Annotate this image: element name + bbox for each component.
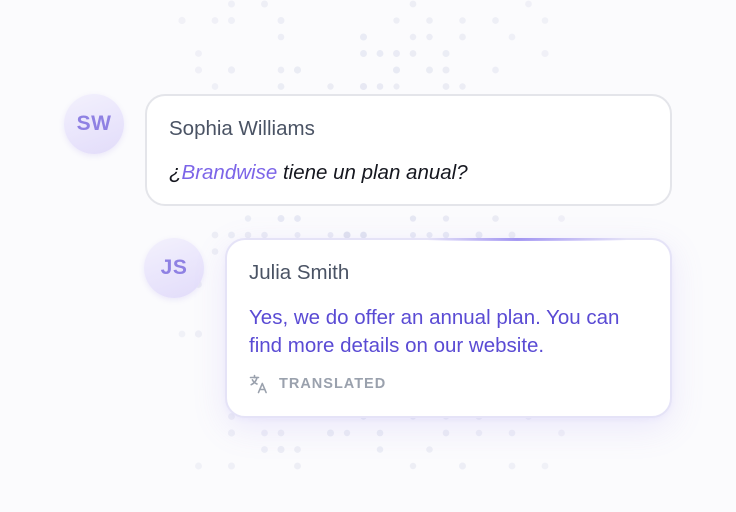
message-text: ¿Brandwise tiene un plan anual? — [169, 160, 648, 186]
message-text: Yes, we do offer an annual plan. You can… — [249, 306, 620, 357]
avatar-julia-smith: JS — [144, 238, 204, 298]
message-text-suffix: tiene un plan anual? — [277, 161, 468, 184]
message-text-prefix: ¿ — [169, 161, 182, 184]
avatar-initials: JS — [160, 256, 188, 279]
translate-icon — [249, 374, 269, 394]
sender-name: Julia Smith — [249, 261, 350, 284]
sender-name: Sophia Williams — [169, 117, 315, 140]
brand-name-highlight: Brandwise — [181, 161, 278, 184]
translated-indicator: TRANSLATED — [249, 374, 648, 394]
avatar-sophia-williams: SW — [64, 94, 124, 154]
avatar-initials: SW — [76, 112, 112, 135]
bubble-highlight-glow — [427, 238, 627, 241]
message-bubble-translated: Julia Smith Yes, we do offer an annual p… — [225, 238, 672, 418]
message-bubble-original: Sophia Williams ¿Brandwise tiene un plan… — [145, 94, 672, 206]
translated-label: TRANSLATED — [279, 376, 387, 392]
